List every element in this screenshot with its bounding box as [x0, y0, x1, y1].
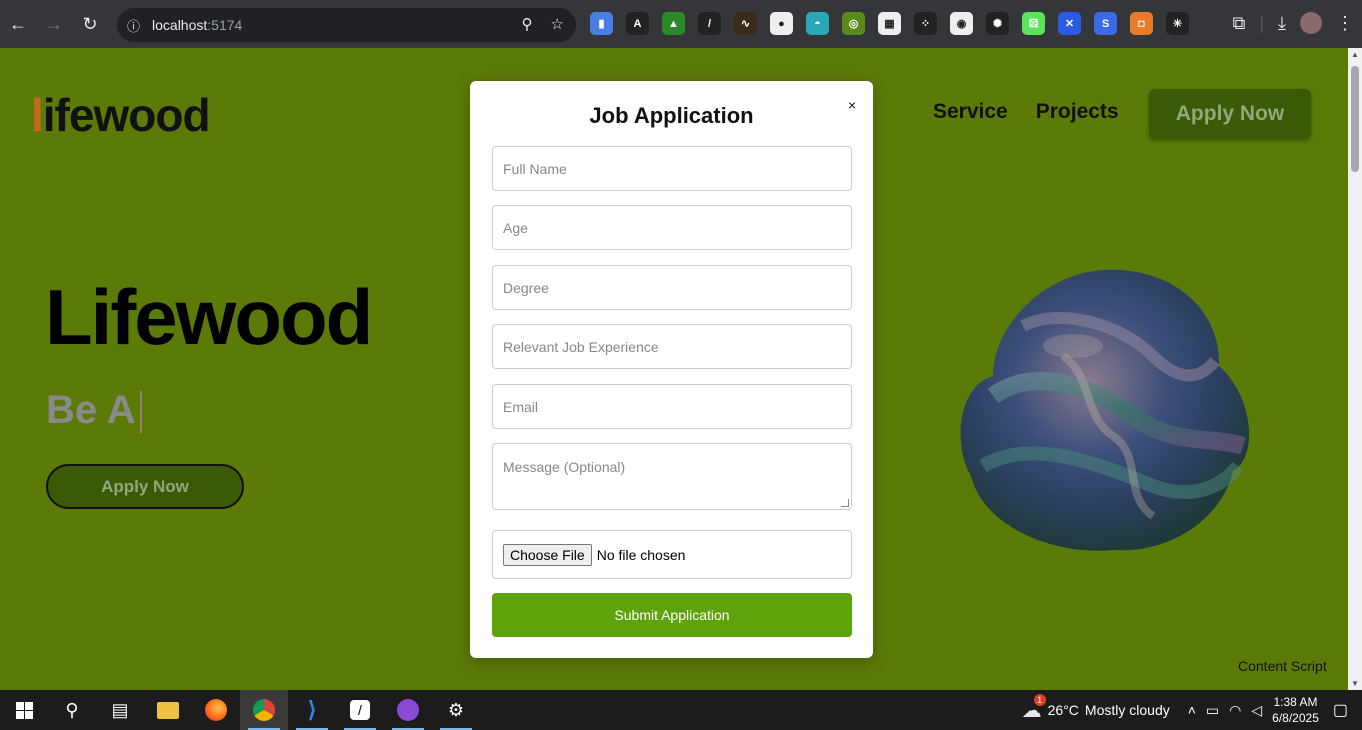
bookmark-star-icon[interactable]: ☆ [551, 15, 564, 33]
hero-typing-value: Be A [46, 388, 136, 432]
back-arrow-icon[interactable]: ← [0, 6, 36, 42]
wave-extension-icon[interactable]: ∿ [734, 12, 757, 35]
grid-extension-icon[interactable]: ▦ [878, 12, 901, 35]
hero-typing-text: Be A [46, 388, 142, 434]
notification-icon[interactable]: ▢ [1333, 700, 1348, 720]
message-placeholder: Message (Optional) [503, 459, 626, 475]
zoom-icon[interactable]: ⚲ [522, 15, 533, 33]
boat-extension-icon[interactable]: ◓ [806, 12, 829, 35]
abstract-3d-blob-image [960, 269, 1250, 551]
submit-application-button[interactable]: Submit Application [492, 593, 852, 637]
dice-extension-icon[interactable]: ⚄ [1022, 12, 1045, 35]
orange-extension-icon[interactable]: ◘ [1130, 12, 1153, 35]
message-textarea[interactable]: Message (Optional) [492, 443, 852, 510]
resume-file-input: Choose File No file chosen [492, 530, 852, 579]
job-application-modal: Job Application × Full Name Age Degree R… [470, 81, 873, 658]
url-port: :5174 [207, 17, 243, 33]
vscode-icon[interactable]: ⟩ [288, 690, 336, 730]
game-extension-icon[interactable]: ● [770, 12, 793, 35]
main-nav: Service Projects [933, 100, 1119, 124]
lifewood-logo[interactable]: lifewood [31, 88, 211, 142]
weather-widget[interactable]: ☁ 1 26°C Mostly cloudy [1022, 693, 1170, 723]
page-viewport: lifewood Service Projects Apply Now Life… [0, 48, 1348, 690]
address-bar[interactable]: ⓘ localhost:5174 ⚲ ☆ [117, 8, 576, 42]
circle77-extension-icon[interactable]: ◉ [950, 12, 973, 35]
menu-kebab-icon[interactable]: ⋮ [1336, 13, 1354, 34]
task-view-icon[interactable]: ▤ [96, 690, 144, 730]
weather-description: Mostly cloudy [1084, 702, 1170, 718]
docs-extension-icon[interactable]: ▮ [590, 12, 613, 35]
email-placeholder: Email [503, 398, 539, 415]
age-input[interactable]: Age [492, 205, 852, 250]
extensions-row: ▮ A ▲ / ∿ ● ◓ ◎ ▦ ⁘ ◉ ✺ ⚄ ✕ S ◘ ✳ [590, 12, 1189, 35]
scroll-down-icon[interactable]: ▼ [1351, 679, 1359, 688]
choose-file-button[interactable]: Choose File [503, 543, 592, 566]
nav-service[interactable]: Service [933, 100, 1008, 124]
chevron-up-icon[interactable]: ˄ [1188, 702, 1196, 718]
profile-avatar[interactable] [1300, 12, 1322, 34]
windows-taskbar: ⚲ ▤ ⟩ / ⚙ ☁ 1 26°C Mostly cloudy ˄ ▭ ◠ ◁ … [0, 690, 1362, 730]
battery-icon[interactable]: ▭ [1206, 702, 1219, 719]
weather-cloud-icon: ☁ 1 [1022, 693, 1046, 723]
file-explorer-icon[interactable] [144, 690, 192, 730]
extensions-puzzle-icon[interactable]: ⧉ [1232, 13, 1245, 34]
clock-time: 1:38 AM [1273, 695, 1318, 709]
header-apply-button[interactable]: Apply Now [1149, 89, 1311, 139]
pen-extension-icon[interactable]: / [698, 12, 721, 35]
forward-arrow-icon[interactable]: → [36, 6, 72, 42]
asterisk-extension-icon[interactable]: ✳ [1166, 12, 1189, 35]
hex-extension-icon[interactable]: ◎ [842, 12, 865, 35]
pen-app-icon[interactable]: / [336, 690, 384, 730]
scroll-up-icon[interactable]: ▲ [1351, 50, 1359, 59]
a-ext-extension-icon[interactable]: A [626, 12, 649, 35]
github-desktop-icon[interactable] [384, 690, 432, 730]
system-tray: ☁ 1 26°C Mostly cloudy ˄ ▭ ◠ ◁ 1:38 AM 6/… [1022, 690, 1362, 730]
nav-projects[interactable]: Projects [1036, 100, 1119, 124]
close-icon[interactable]: × [848, 97, 856, 113]
content-script-label: Content Script [1238, 658, 1327, 674]
weather-temperature: 26°C [1047, 702, 1079, 718]
clock-date: 6/8/2025 [1272, 711, 1319, 725]
browser-actions: ⧉ | ⤓ ⋮ [1232, 12, 1354, 34]
scroll-thumb[interactable] [1351, 66, 1359, 172]
url-host: localhost [152, 17, 208, 33]
star-extension-icon[interactable]: ✺ [986, 12, 1009, 35]
dots-extension-icon[interactable]: ⁘ [914, 12, 937, 35]
download-icon[interactable]: ⤓ [1278, 13, 1286, 34]
email-input[interactable]: Email [492, 384, 852, 429]
degree-input[interactable]: Degree [492, 265, 852, 310]
resize-handle-icon[interactable] [841, 499, 849, 507]
s-extension-icon[interactable]: S [1094, 12, 1117, 35]
chrome-icon[interactable] [240, 690, 288, 730]
settings-gear-icon[interactable]: ⚙ [432, 690, 480, 730]
firefox-icon[interactable] [192, 690, 240, 730]
chart-extension-icon[interactable]: ▲ [662, 12, 685, 35]
hero-title: Lifewood [45, 273, 373, 361]
modal-title: Job Application [589, 103, 754, 128]
job-experience-input[interactable]: Relevant Job Experience [492, 324, 852, 369]
hero-apply-button[interactable]: Apply Now [46, 464, 244, 509]
logo-rest: ifewood [42, 89, 211, 141]
reload-icon[interactable]: ↻ [72, 6, 108, 42]
volume-icon[interactable]: ◁ [1251, 702, 1262, 719]
wifi-icon[interactable]: ◠ [1229, 702, 1241, 719]
site-info-icon[interactable]: ⓘ [127, 16, 140, 35]
logo-prefix: l [31, 89, 44, 141]
browser-toolbar: ← → ↻ ⓘ localhost:5174 ⚲ ☆ ▮ A ▲ / ∿ ● ◓ ◎ ▦ ⁘ ◉ ✺ ⚄… [0, 0, 1362, 48]
page-scrollbar[interactable]: ▲ ▼ [1348, 48, 1362, 690]
windows-start-icon[interactable] [0, 690, 48, 730]
file-status-text: No file chosen [596, 546, 686, 563]
weather-badge: 1 [1033, 693, 1046, 706]
full-name-input[interactable]: Full Name [492, 146, 852, 191]
x-extension-icon[interactable]: ✕ [1058, 12, 1081, 35]
taskbar-clock[interactable]: 1:38 AM 6/8/2025 [1272, 694, 1319, 726]
typing-caret [139, 391, 142, 434]
search-icon[interactable]: ⚲ [48, 690, 96, 730]
